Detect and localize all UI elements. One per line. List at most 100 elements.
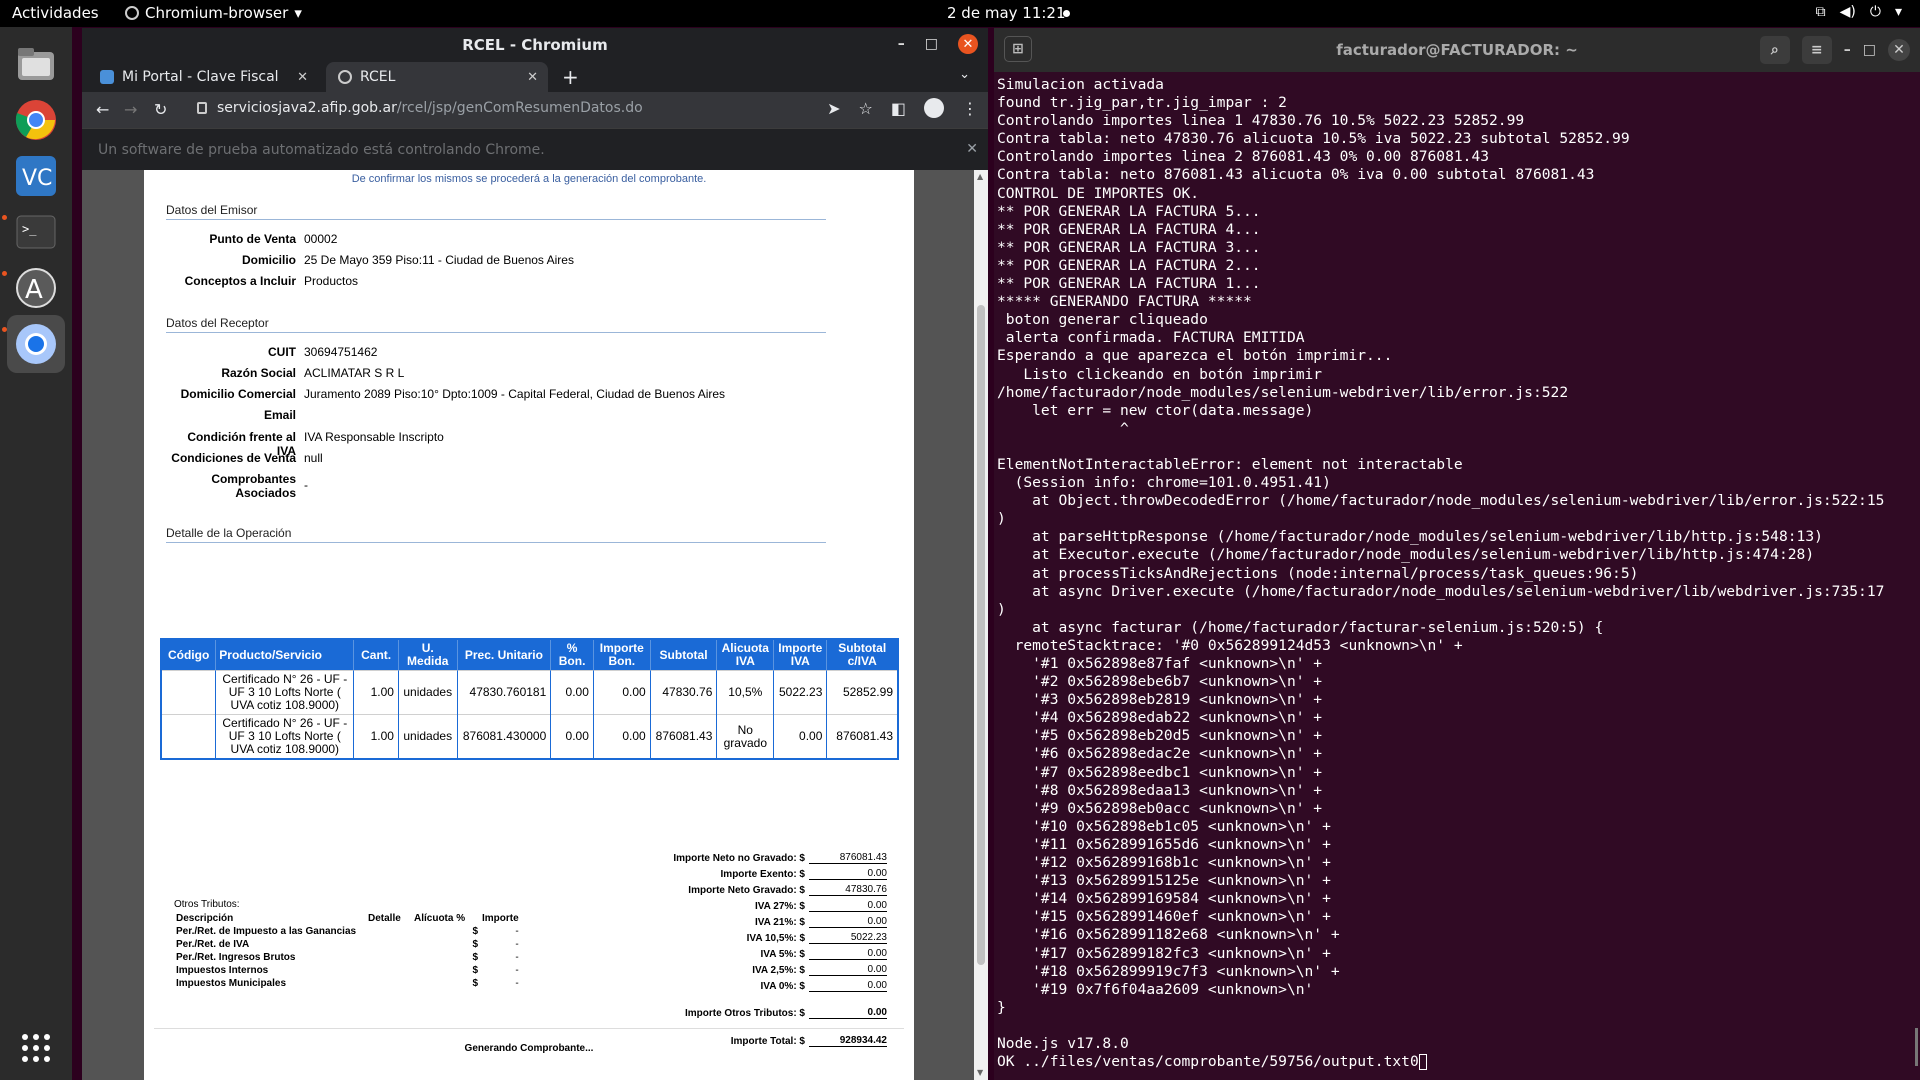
page-scrollbar[interactable]: ▲ ▼ bbox=[974, 170, 988, 1080]
terminal-line: '#9 0x562898eb0acc <unknown>\n' + bbox=[997, 799, 1323, 817]
table-row: Per./Ret. de Impuesto a las Ganancias $ - bbox=[176, 926, 519, 937]
terminal-line: '#8 0x562898edaa13 <unknown>\n' + bbox=[997, 781, 1323, 799]
terminal-line: '#14 0x562899169584 <unknown>\n' + bbox=[997, 890, 1331, 908]
send-icon[interactable]: ➤ bbox=[827, 99, 840, 118]
terminal-line: ** POR GENERAR LA FACTURA 2... bbox=[997, 256, 1261, 274]
address-bar[interactable]: serviciosjava2.afip.gob.ar/rcel/jsp/genC… bbox=[197, 100, 643, 116]
chromium-icon[interactable] bbox=[7, 315, 65, 373]
terminal-line: '#3 0x562898eb2819 <unknown>\n' + bbox=[997, 691, 1323, 709]
window-title: RCEL - Chromium bbox=[462, 36, 608, 54]
close-tab-icon[interactable]: ✕ bbox=[527, 70, 538, 85]
total-iva-5: IVA 5%: $0.00 bbox=[760, 948, 887, 960]
minimize-icon[interactable]: – bbox=[1844, 42, 1851, 58]
terminal-headerbar[interactable]: ⊞ facturador@FACTURADOR: ~ ⌕ ≡ – □ ✕ bbox=[994, 28, 1920, 72]
menu-icon[interactable]: ≡ bbox=[1801, 36, 1832, 64]
table-row: Impuestos Internos $ - bbox=[176, 965, 519, 976]
app-menu-label: Chromium-browser bbox=[145, 4, 289, 22]
invoice-summary-page: De confirmar los mismos se procederá a l… bbox=[144, 170, 914, 1080]
terminal-line: boton generar cliqueado bbox=[997, 311, 1208, 329]
terminal-line: at Object.throwDecodedError (/home/factu… bbox=[997, 492, 1885, 510]
terminal-title: facturador@FACTURADOR: ~ bbox=[1336, 41, 1578, 59]
clock[interactable]: 2 de may 11:21 bbox=[947, 4, 1066, 22]
new-tab-icon[interactable]: ⊞ bbox=[1004, 36, 1032, 62]
field-cuit: CUIT 30694751462 bbox=[268, 345, 378, 359]
dock: VC >_ A bbox=[0, 27, 72, 1080]
files-icon[interactable] bbox=[7, 35, 65, 93]
tab-label: Mi Portal - Clave Fiscal bbox=[122, 69, 279, 85]
chevron-down-icon: ▾ bbox=[1894, 4, 1902, 20]
activities-button[interactable]: Actividades bbox=[12, 4, 99, 22]
terminal-line: '#19 0x7f6f04aa2609 <unknown>\n' bbox=[997, 980, 1314, 998]
toolbar: ← → ↻ serviciosjava2.afip.gob.ar/rcel/js… bbox=[82, 92, 988, 128]
terminal-line: Simulacion activada bbox=[997, 76, 1164, 93]
terminal-line: ** POR GENERAR LA FACTURA 4... bbox=[997, 220, 1261, 238]
close-icon[interactable]: ✕ bbox=[958, 34, 978, 54]
menu-icon[interactable]: ⋮ bbox=[962, 99, 978, 118]
terminal-output[interactable]: Simulacion activada found tr.jig_par,tr.j… bbox=[997, 76, 1917, 1071]
terminal-icon[interactable]: >_ bbox=[7, 203, 65, 261]
svg-text:>_: >_ bbox=[22, 222, 37, 236]
terminal-line: '#18 0x562899919c7f3 <unknown>\n' + bbox=[997, 962, 1340, 980]
terminal-line: found tr.jig_par,tr.jig_impar : 2 bbox=[997, 94, 1287, 112]
svg-text:A: A bbox=[25, 275, 43, 305]
chrome-icon[interactable] bbox=[7, 91, 65, 149]
scroll-up-icon[interactable]: ▲ bbox=[977, 172, 983, 181]
section-detalle: Detalle de la Operación bbox=[166, 526, 826, 543]
total-exento: Importe Exento: $0.00 bbox=[720, 868, 887, 880]
total-iva-27: IVA 27%: $0.00 bbox=[754, 900, 887, 912]
divider bbox=[154, 1028, 904, 1029]
top-bar: Actividades Chromium-browser ▾ 2 de may … bbox=[0, 0, 1920, 27]
tab-strip: Mi Portal - Clave Fiscal ✕ RCEL ✕ + ⌄ bbox=[82, 62, 988, 92]
profile-icon[interactable] bbox=[924, 98, 944, 118]
vscode-icon[interactable]: VC bbox=[7, 147, 65, 205]
field-domicilio-comercial: Domicilio Comercial Juramento 2089 Piso:1… bbox=[180, 387, 726, 401]
bookmark-star-icon[interactable]: ☆ bbox=[859, 99, 873, 118]
app-grid-icon[interactable] bbox=[7, 1019, 65, 1077]
close-infobar-icon[interactable]: ✕ bbox=[966, 141, 978, 157]
table-row: Certificado N° 26 - UF - UF 3 10 Lofts N… bbox=[160, 670, 898, 715]
terminal-line: at Executor.execute (/home/facturador/no… bbox=[997, 546, 1815, 564]
total-iva-2-5: IVA 2,5%: $0.00 bbox=[752, 964, 887, 976]
table-row: Per./Ret. de IVA $ - bbox=[176, 939, 519, 950]
maximize-icon[interactable]: □ bbox=[1863, 42, 1876, 58]
terminal-line: Controlando importes linea 2 876081.43 0… bbox=[997, 148, 1490, 166]
total-iva-0: IVA 0%: $0.00 bbox=[760, 980, 887, 992]
minimize-icon[interactable]: – bbox=[898, 36, 905, 52]
close-icon[interactable]: ✕ bbox=[1888, 39, 1910, 61]
automation-infobar: Un software de prueba automatizado está … bbox=[82, 128, 988, 170]
close-tab-icon[interactable]: ✕ bbox=[297, 70, 308, 85]
table-row: Certificado N° 26 - UF - UF 3 10 Lofts N… bbox=[160, 714, 898, 759]
browser-titlebar[interactable]: RCEL - Chromium – □ ✕ bbox=[82, 28, 988, 62]
tab-rcel[interactable]: RCEL ✕ bbox=[326, 62, 548, 92]
forward-icon[interactable]: → bbox=[124, 100, 137, 119]
field-email: Email bbox=[263, 408, 296, 422]
infobar-text: Un software de prueba automatizado está … bbox=[98, 141, 545, 158]
app-menu[interactable]: Chromium-browser ▾ bbox=[125, 4, 302, 22]
terminal-line: Node.js v17.8.0 bbox=[997, 1034, 1129, 1052]
terminal-cursor bbox=[1418, 1054, 1427, 1071]
side-panel-icon[interactable]: ◧ bbox=[891, 99, 906, 118]
scrollbar-thumb[interactable] bbox=[977, 305, 985, 965]
scroll-down-icon[interactable]: ▼ bbox=[977, 1068, 983, 1077]
new-tab-icon[interactable]: + bbox=[562, 65, 579, 89]
tab-search-icon[interactable]: ⌄ bbox=[959, 67, 970, 82]
tab-mi-portal[interactable]: Mi Portal - Clave Fiscal ✕ bbox=[88, 62, 318, 92]
terminal-scrollbar[interactable] bbox=[1915, 1028, 1918, 1066]
terminal-line: '#16 0x5628991182e68 <unknown>\n' + bbox=[997, 926, 1340, 944]
system-tray[interactable]: ⧉ ◀) ⏻ ▾ bbox=[1816, 4, 1902, 20]
software-icon[interactable]: A bbox=[7, 259, 65, 317]
terminal-line: ** POR GENERAR LA FACTURA 5... bbox=[997, 202, 1261, 220]
maximize-icon[interactable]: □ bbox=[925, 36, 938, 52]
reload-icon[interactable]: ↻ bbox=[154, 100, 167, 119]
lock-icon[interactable] bbox=[197, 102, 207, 114]
terminal-line: Controlando importes linea 1 47830.76 10… bbox=[997, 112, 1525, 130]
url-host: serviciosjava2.afip.gob.ar bbox=[217, 100, 397, 116]
search-icon[interactable]: ⌕ bbox=[1759, 36, 1790, 64]
back-icon[interactable]: ← bbox=[96, 100, 109, 119]
terminal-line: '#11 0x5628991655d6 <unknown>\n' + bbox=[997, 835, 1331, 853]
terminal-line: let err = new ctor(data.message) bbox=[997, 401, 1314, 419]
total-iva-10-5: IVA 10,5%: $5022.23 bbox=[746, 932, 887, 944]
terminal-line: ***** GENERANDO FACTURA ***** bbox=[997, 293, 1252, 311]
terminal-line: ^ bbox=[997, 419, 1129, 437]
